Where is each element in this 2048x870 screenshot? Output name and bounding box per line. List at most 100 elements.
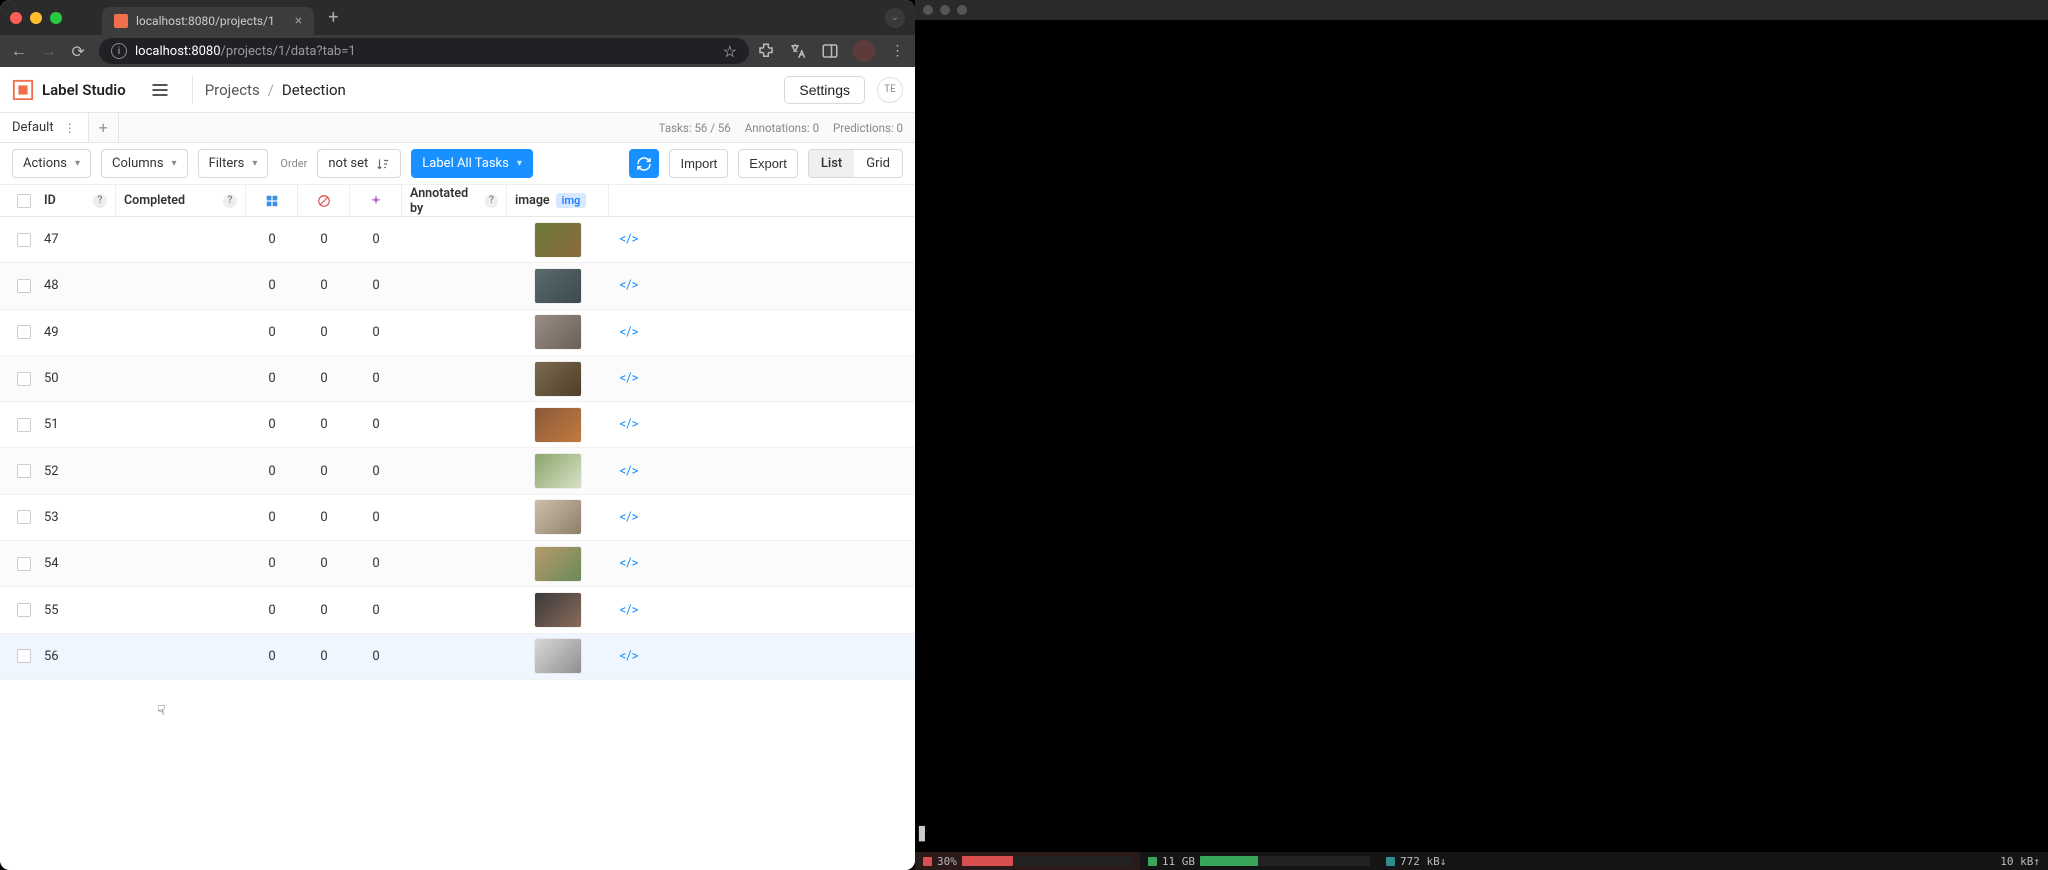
address-bar[interactable]: i localhost:8080/projects/1/data?tab=1 ☆ [99, 38, 749, 64]
window-dot-icon[interactable] [940, 5, 950, 15]
translate-icon[interactable] [789, 42, 807, 60]
tab-overflow-icon[interactable]: ⌄ [885, 8, 905, 28]
table-row[interactable]: 47000</> [0, 217, 915, 263]
export-button[interactable]: Export [738, 149, 798, 178]
cell-completed [116, 634, 246, 679]
cell-image[interactable] [507, 402, 609, 447]
extensions-icon[interactable] [757, 42, 775, 60]
row-checkbox[interactable] [12, 541, 36, 586]
site-info-icon[interactable]: i [111, 43, 127, 59]
table-row[interactable]: 56000</> [0, 634, 915, 680]
app-header: Label Studio Projects / Detection Settin… [0, 67, 915, 113]
profile-avatar-icon[interactable] [853, 40, 875, 62]
stat-annotations: Annotations: 0 [745, 121, 819, 135]
bookmark-icon[interactable]: ☆ [723, 42, 737, 61]
select-all-checkbox[interactable] [12, 185, 36, 216]
cell-source-button[interactable]: </> [609, 402, 649, 447]
view-grid-button[interactable]: Grid [854, 150, 902, 177]
window-dot-icon[interactable] [957, 5, 967, 15]
cell-source-button[interactable]: </> [609, 495, 649, 540]
table-row[interactable]: 50000</> [0, 356, 915, 402]
row-checkbox[interactable] [12, 310, 36, 355]
cell-image[interactable] [507, 310, 609, 355]
cell-annotated-by [402, 634, 507, 679]
cell-predictions-count: 0 [350, 356, 402, 401]
tab-close-icon[interactable]: × [295, 13, 302, 29]
back-button[interactable]: ← [8, 41, 30, 61]
row-checkbox[interactable] [12, 263, 36, 308]
table-row[interactable]: 48000</> [0, 263, 915, 309]
brand[interactable]: Label Studio [12, 79, 126, 101]
window-dot-icon[interactable] [923, 5, 933, 15]
refresh-button[interactable] [629, 149, 659, 178]
cell-source-button[interactable]: </> [609, 217, 649, 262]
col-cancelled[interactable] [298, 185, 350, 216]
cell-source-button[interactable]: </> [609, 541, 649, 586]
add-view-tab-button[interactable]: + [89, 113, 119, 142]
table-row[interactable]: 55000</> [0, 587, 915, 633]
table-row[interactable]: 49000</> [0, 310, 915, 356]
import-button[interactable]: Import [669, 149, 728, 178]
cell-image[interactable] [507, 263, 609, 308]
reload-button[interactable]: ⟳ [67, 42, 89, 61]
user-avatar[interactable]: TE [877, 77, 903, 103]
col-image[interactable]: image img [507, 185, 609, 216]
browser-menu-icon[interactable]: ⋮ [889, 42, 907, 60]
help-icon[interactable]: ? [223, 194, 237, 208]
row-checkbox[interactable] [12, 587, 36, 632]
order-dropdown[interactable]: not set [317, 149, 401, 178]
minimize-window-icon[interactable] [30, 12, 42, 24]
close-window-icon[interactable] [10, 12, 22, 24]
col-annotated-by[interactable]: Annotated by ? [402, 185, 507, 216]
cell-image[interactable] [507, 634, 609, 679]
cell-source-button[interactable]: </> [609, 310, 649, 355]
maximize-window-icon[interactable] [50, 12, 62, 24]
help-icon[interactable]: ? [485, 194, 498, 208]
table-row[interactable]: 52000</> [0, 448, 915, 494]
cell-source-button[interactable]: </> [609, 448, 649, 493]
row-checkbox[interactable] [12, 448, 36, 493]
cell-image[interactable] [507, 448, 609, 493]
tab-title: localhost:8080/projects/1 [136, 14, 275, 28]
settings-button[interactable]: Settings [784, 76, 865, 104]
cell-completed [116, 310, 246, 355]
cell-image[interactable] [507, 587, 609, 632]
cell-source-button[interactable]: </> [609, 263, 649, 308]
browser-tab[interactable]: localhost:8080/projects/1 × [102, 7, 314, 35]
menu-button[interactable] [146, 76, 174, 104]
view-tab-menu-icon[interactable]: ⋮ [64, 121, 76, 135]
label-all-tasks-button[interactable]: Label All Tasks ▾ [411, 149, 533, 178]
cell-image[interactable] [507, 541, 609, 586]
breadcrumb-projects[interactable]: Projects [205, 81, 260, 99]
col-completed[interactable]: Completed ? [116, 185, 246, 216]
row-checkbox[interactable] [12, 634, 36, 679]
filters-dropdown[interactable]: Filters ▾ [198, 149, 269, 178]
view-tab-default[interactable]: Default ⋮ [0, 113, 89, 142]
cell-source-button[interactable]: </> [609, 587, 649, 632]
row-checkbox[interactable] [12, 217, 36, 262]
table-row[interactable]: 53000</> [0, 495, 915, 541]
row-checkbox[interactable] [12, 495, 36, 540]
col-id[interactable]: ID ? [36, 185, 116, 216]
row-checkbox[interactable] [12, 402, 36, 447]
terminal-body[interactable]: ▊ 30% 11 GB 772 kB↓ 10 kB↑ [915, 20, 2048, 870]
table-row[interactable]: 54000</> [0, 541, 915, 587]
cell-id: 48 [36, 263, 116, 308]
table-row[interactable]: 51000</> [0, 402, 915, 448]
status-memory: 11 GB [1140, 852, 1378, 870]
cell-image[interactable] [507, 217, 609, 262]
columns-dropdown[interactable]: Columns ▾ [101, 149, 188, 178]
view-list-button[interactable]: List [809, 150, 854, 177]
sidepanel-icon[interactable] [821, 42, 839, 60]
cell-image[interactable] [507, 356, 609, 401]
cell-source-button[interactable]: </> [609, 356, 649, 401]
col-predictions[interactable] [350, 185, 402, 216]
actions-dropdown[interactable]: Actions ▾ [12, 149, 91, 178]
forward-button[interactable]: → [38, 41, 60, 61]
cell-source-button[interactable]: </> [609, 634, 649, 679]
cell-image[interactable] [507, 495, 609, 540]
col-annotations[interactable] [246, 185, 298, 216]
new-tab-button[interactable]: + [328, 7, 338, 28]
row-checkbox[interactable] [12, 356, 36, 401]
help-icon[interactable]: ? [93, 194, 107, 208]
